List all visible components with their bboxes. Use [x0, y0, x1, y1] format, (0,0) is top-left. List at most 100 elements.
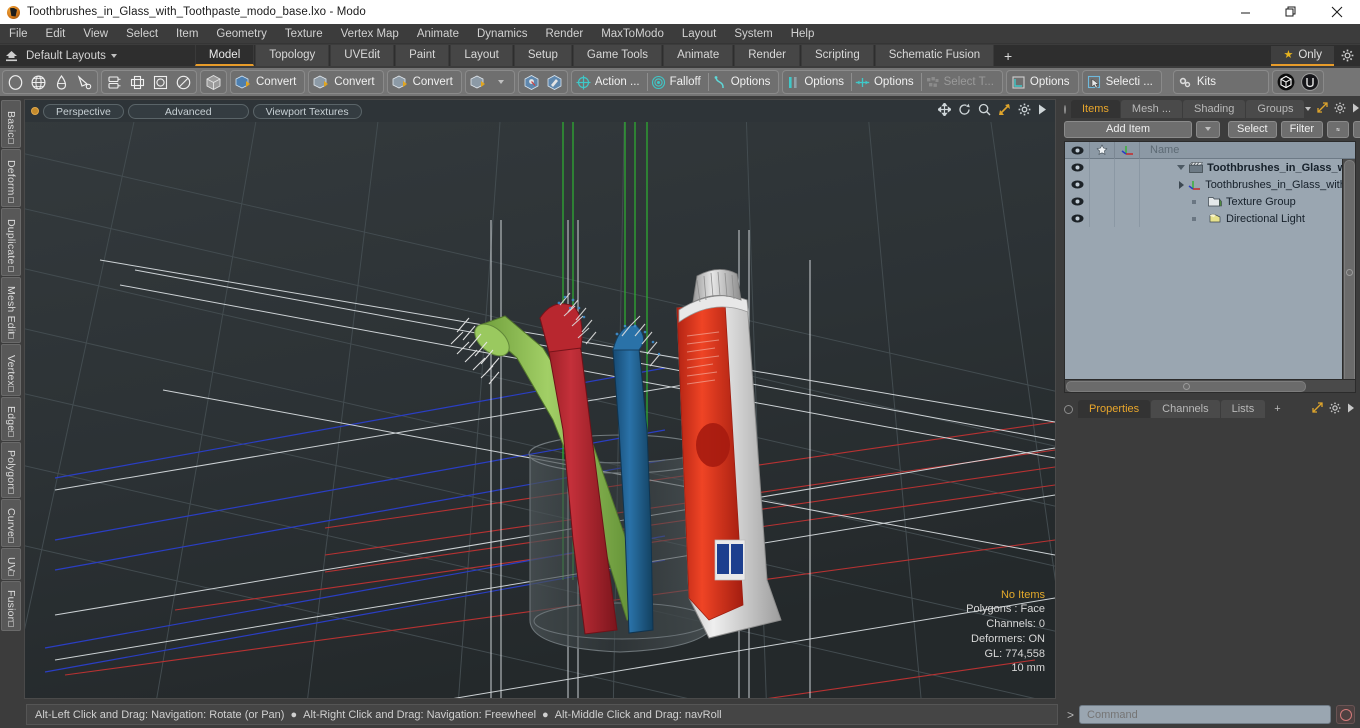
add-tab-button[interactable]: +	[995, 45, 1021, 66]
convert-button-3[interactable]: Convert	[389, 71, 460, 93]
vtab-vertex[interactable]: Vertex	[1, 344, 21, 396]
tab-properties[interactable]: Properties	[1078, 400, 1151, 418]
workplane-options-button[interactable]: Options	[1008, 71, 1077, 93]
gear-icon[interactable]	[1334, 45, 1360, 66]
tab-uvedit[interactable]: UVEdit	[330, 45, 395, 66]
circle-icon[interactable]	[4, 71, 27, 93]
rotate-icon[interactable]	[958, 103, 971, 119]
home-icon[interactable]	[0, 45, 22, 66]
menu-help[interactable]: Help	[782, 24, 824, 44]
select-through-button[interactable]: Select T...	[922, 71, 1001, 93]
bar-options-button[interactable]: Options	[784, 71, 851, 93]
tab-model[interactable]: Model	[194, 45, 255, 66]
menu-edit[interactable]: Edit	[37, 24, 75, 44]
minimize-button[interactable]	[1222, 0, 1268, 24]
vtab-uv[interactable]: UV	[1, 548, 21, 580]
convert-button-2[interactable]: Convert	[310, 71, 381, 93]
vtab-duplicate[interactable]: Duplicate	[1, 208, 21, 276]
vtab-mesh-edit[interactable]: Mesh Edit	[1, 277, 21, 343]
maximize-button[interactable]	[1268, 0, 1314, 24]
menu-select[interactable]: Select	[117, 24, 167, 44]
menu-animate[interactable]: Animate	[408, 24, 468, 44]
menu-vertex-map[interactable]: Vertex Map	[332, 24, 408, 44]
stack-icon[interactable]	[103, 71, 126, 93]
viewport-status-dot[interactable]	[31, 107, 39, 115]
menu-view[interactable]: View	[74, 24, 117, 44]
mesh-paint-icon[interactable]	[520, 71, 543, 93]
convert-dropdown-icon[interactable]	[467, 71, 490, 93]
row-name-cell[interactable]: Toothbrushes_in_Glass_w...	[1140, 162, 1355, 174]
table-row[interactable]: Toothbrushes_in_Glass_w...	[1065, 159, 1355, 176]
menu-system[interactable]: System	[725, 24, 781, 44]
menu-texture[interactable]: Texture	[276, 24, 332, 44]
vtab-polygon[interactable]: Polygon	[1, 442, 21, 498]
cube-shade-icon[interactable]	[202, 71, 225, 93]
play-arrow-icon[interactable]	[1347, 403, 1355, 416]
chevron-down-icon[interactable]	[490, 71, 513, 93]
action-center-button[interactable]: Action ...	[573, 71, 647, 93]
vtab-fusion[interactable]: Fusion	[1, 581, 21, 631]
filter-button[interactable]: Filter	[1280, 120, 1324, 138]
row-name-cell[interactable]: Toothbrushes_in_Glass_with...	[1140, 179, 1355, 191]
zoom-icon[interactable]	[978, 103, 991, 119]
join-icon[interactable]	[126, 71, 149, 93]
tab-topology[interactable]: Topology	[255, 45, 330, 66]
vtab-edge[interactable]: Edge	[1, 397, 21, 441]
expand-icon[interactable]	[1317, 102, 1329, 116]
panel-handle-icon[interactable]	[1064, 104, 1066, 114]
tab-channels[interactable]: Channels	[1151, 400, 1220, 418]
move-icon[interactable]	[936, 101, 953, 119]
add-item-dropdown[interactable]	[1196, 120, 1220, 138]
tab-schematic-fusion[interactable]: Schematic Fusion	[874, 45, 995, 66]
selection-set-button[interactable]: Selecti ...	[1084, 71, 1160, 93]
slice-icon[interactable]	[172, 71, 195, 93]
menu-layout[interactable]: Layout	[673, 24, 726, 44]
snapping-options-button[interactable]: Options	[709, 71, 778, 93]
vtab-basic[interactable]: Basic	[1, 100, 21, 148]
falloff-button[interactable]: Falloff	[648, 71, 708, 93]
fit-icon[interactable]	[998, 103, 1011, 119]
kits-button[interactable]: Kits	[1175, 71, 1267, 93]
list-options-icon[interactable]	[1327, 120, 1350, 138]
add-panel-tab-button[interactable]: +	[1266, 400, 1289, 418]
row-name-cell[interactable]: Texture Group	[1140, 196, 1355, 208]
convert-button-1[interactable]: Convert	[232, 71, 303, 93]
tab-render[interactable]: Render	[734, 45, 800, 66]
gear-icon[interactable]	[1329, 402, 1341, 417]
menu-file[interactable]: File	[0, 24, 37, 44]
symmetry-options-button[interactable]: Options	[852, 71, 921, 93]
vtab-curve[interactable]: Curve	[1, 499, 21, 547]
tab-setup[interactable]: Setup	[513, 45, 572, 66]
panel-handle-icon[interactable]	[1064, 404, 1073, 414]
add-item-button[interactable]: Add Item	[1064, 120, 1192, 138]
tab-shading[interactable]: Shading	[1183, 100, 1246, 118]
chevron-down-icon[interactable]	[1305, 107, 1312, 111]
tab-mesh[interactable]: Mesh ...	[1120, 100, 1183, 118]
viewport-tab-perspective[interactable]: Perspective	[43, 103, 124, 119]
tab-scripting[interactable]: Scripting	[800, 45, 874, 66]
row-visibility-toggle[interactable]	[1065, 210, 1090, 227]
tab-items[interactable]: Items	[1071, 100, 1120, 118]
play-arrow-icon[interactable]	[1352, 103, 1360, 116]
unity-cube-icon[interactable]	[1274, 71, 1298, 93]
table-row[interactable]: Texture Group	[1065, 193, 1355, 210]
row-name-cell[interactable]: Directional Light	[1140, 213, 1355, 225]
close-button[interactable]	[1314, 0, 1360, 24]
vtab-deform[interactable]: Deform	[1, 149, 21, 207]
expand-icon[interactable]	[1312, 402, 1323, 416]
twisty-down-icon[interactable]	[1177, 165, 1186, 170]
command-input[interactable]	[1079, 705, 1331, 724]
row-visibility-toggle[interactable]	[1065, 159, 1090, 176]
select-button[interactable]: Select	[1228, 120, 1277, 138]
tab-layout[interactable]: Layout	[450, 45, 513, 66]
sphere-icon[interactable]	[27, 71, 50, 93]
mesh-paint-alt-icon[interactable]	[543, 71, 566, 93]
item-tree-horizontal-scrollbar[interactable]	[1065, 379, 1355, 392]
cone-pour-icon[interactable]	[73, 71, 96, 93]
boolean-icon[interactable]	[149, 71, 172, 93]
menu-geometry[interactable]: Geometry	[207, 24, 276, 44]
table-row[interactable]: Toothbrushes_in_Glass_with...	[1065, 176, 1355, 193]
tab-groups[interactable]: Groups	[1246, 100, 1305, 118]
tab-lists[interactable]: Lists	[1220, 400, 1266, 418]
record-icon[interactable]	[1336, 705, 1355, 724]
